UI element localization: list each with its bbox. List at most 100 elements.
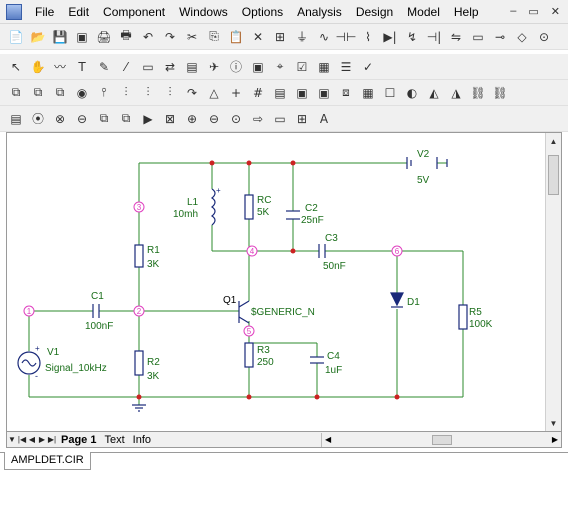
toolbar3-button-20-icon[interactable]: ◮ [446,83,466,103]
first-page-icon[interactable]: |◀ [17,434,27,446]
toolbar1-button-15-icon[interactable]: ⊣⊢ [336,27,357,47]
toolbar2-button-0-icon[interactable]: ↖ [6,57,26,77]
toolbar3-button-4-icon[interactable]: ⫯ [94,83,114,103]
toolbar3-button-7-icon[interactable]: ⫶ [160,83,180,103]
toolbar4-button-3-icon[interactable]: ⊖ [72,109,92,129]
toolbar3-button-3-icon[interactable]: ◉ [72,83,92,103]
toolbar1-button-21-icon[interactable]: ▭ [468,27,488,47]
menu-component[interactable]: Component [96,1,172,23]
menu-file[interactable]: File [28,1,61,23]
scroll-down-icon[interactable]: ▼ [546,415,561,431]
toolbar3-button-8-icon[interactable]: ↷ [182,83,202,103]
toolbar2-button-9-icon[interactable]: ✈ [204,57,224,77]
scroll-up-icon[interactable]: ▲ [546,133,561,149]
toolbar3-button-13-icon[interactable]: ▣ [292,83,312,103]
tab-info[interactable]: Info [129,434,155,446]
toolbar2-button-2-icon[interactable]: 〰 [50,57,70,77]
toolbar2-button-7-icon[interactable]: ⇄ [160,57,180,77]
toolbar1-button-13-icon[interactable]: ⏚ [292,27,312,47]
toolbar2-button-16-icon[interactable]: ✓ [358,57,378,77]
toolbar1-button-8-icon[interactable]: ✂ [182,27,202,47]
toolbar4-button-14-icon[interactable]: A [314,109,334,129]
toolbar3-button-2-icon[interactable]: ⧉ [50,83,70,103]
toolbar1-button-6-icon[interactable]: ↶ [138,27,158,47]
toolbar2-button-6-icon[interactable]: ▭ [138,57,158,77]
toolbar3-button-18-icon[interactable]: ◐ [402,83,422,103]
menu-design[interactable]: Design [349,1,400,23]
toolbar1-button-10-icon[interactable]: 📋 [226,27,246,47]
toolbar1-button-18-icon[interactable]: ↯ [402,27,422,47]
toolbar2-button-4-icon[interactable]: ✎ [94,57,114,77]
toolbar3-button-1-icon[interactable]: ⧉ [28,83,48,103]
toolbar2-button-14-icon[interactable]: ▦ [314,57,334,77]
toolbar4-button-11-icon[interactable]: ⇨ [248,109,268,129]
toolbar2-button-12-icon[interactable]: ⌖ [270,57,290,77]
app-icon[interactable] [6,3,22,20]
prev-page-icon[interactable]: ◀ [27,434,37,446]
scroll-left-icon[interactable]: ◀ [325,435,331,444]
schematic-canvas[interactable]: 1 2 3 4 5 6 V2 5V L1 10mh RC 5K C2 25nF … [6,132,562,432]
toolbar4-button-9-icon[interactable]: ⊖ [204,109,224,129]
horizontal-scrollbar[interactable]: ◀ ▶ [321,432,561,447]
toolbar1-button-22-icon[interactable]: ⊸ [490,27,510,47]
toolbar1-button-9-icon[interactable]: ⎘ [204,27,224,47]
toolbar4-button-4-icon[interactable]: ⧉ [94,109,114,129]
toolbar4-button-8-icon[interactable]: ⊕ [182,109,202,129]
close-icon[interactable]: ✕ [551,5,560,18]
toolbar2-button-10-icon[interactable]: ⓘ [226,57,246,77]
vertical-scrollbar[interactable]: ▲ ▼ [545,133,561,431]
toolbar3-button-5-icon[interactable]: ⫶ [116,83,136,103]
scroll-right-icon[interactable]: ▶ [552,435,558,444]
menu-windows[interactable]: Windows [172,1,235,23]
minimize-icon[interactable]: – [510,5,516,18]
toolbar3-button-15-icon[interactable]: ⧈ [336,83,356,103]
toolbar2-button-1-icon[interactable]: ✋ [28,57,48,77]
toolbar1-button-24-icon[interactable]: ⊙ [534,27,554,47]
toolbar1-button-3-icon[interactable]: ▣ [72,27,92,47]
toolbar3-button-6-icon[interactable]: ⫶ [138,83,158,103]
toolbar2-button-3-icon[interactable]: T [72,57,92,77]
menu-help[interactable]: Help [447,1,486,23]
tab-page-1[interactable]: Page 1 [57,434,100,446]
restore-icon[interactable]: ▭ [528,5,538,18]
menu-model[interactable]: Model [400,1,447,23]
toolbar3-button-10-icon[interactable]: + [226,83,246,103]
toolbar1-button-4-icon[interactable]: 🖨 [94,27,114,47]
toolbar2-button-13-icon[interactable]: ☑ [292,57,312,77]
toolbar4-button-2-icon[interactable]: ⊗ [50,109,70,129]
horizontal-scroll-thumb[interactable] [431,434,452,445]
toolbar1-button-7-icon[interactable]: ↷ [160,27,180,47]
toolbar1-button-19-icon[interactable]: ⊣| [424,27,444,47]
toolbar1-button-20-icon[interactable]: ⇋ [446,27,466,47]
toolbar3-button-0-icon[interactable]: ⧉ [6,83,26,103]
vertical-scroll-thumb[interactable] [548,155,559,195]
toolbar4-button-10-icon[interactable]: ⊙ [226,109,246,129]
next-page-icon[interactable]: ▶ [37,434,47,446]
toolbar3-button-12-icon[interactable]: ▤ [270,83,290,103]
toolbar3-button-17-icon[interactable]: ☐ [380,83,400,103]
toolbar3-button-11-icon[interactable]: # [248,83,268,103]
toolbar4-button-12-icon[interactable]: ▭ [270,109,290,129]
toolbar1-button-14-icon[interactable]: ∿ [314,27,334,47]
toolbar1-button-5-icon[interactable]: 🖶 [116,27,136,47]
toolbar3-button-19-icon[interactable]: ◭ [424,83,444,103]
toolbar1-button-17-icon[interactable]: ▶| [380,27,400,47]
menu-analysis[interactable]: Analysis [290,1,349,23]
toolbar3-button-14-icon[interactable]: ▣ [314,83,334,103]
toolbar2-button-15-icon[interactable]: ☰ [336,57,356,77]
last-page-icon[interactable]: ▶| [47,434,57,446]
menu-edit[interactable]: Edit [61,1,96,23]
toolbar1-button-0-icon[interactable]: 📄 [6,27,26,47]
toolbar1-button-16-icon[interactable]: ⌇ [358,27,378,47]
toolbar2-button-8-icon[interactable]: ▤ [182,57,202,77]
toolbar4-button-5-icon[interactable]: ⧉ [116,109,136,129]
toolbar4-button-0-icon[interactable]: ▤ [6,109,26,129]
toolbar1-button-1-icon[interactable]: 📂 [28,27,48,47]
menu-options[interactable]: Options [235,1,290,23]
toolbar3-button-16-icon[interactable]: ▦ [358,83,378,103]
toolbar4-button-13-icon[interactable]: ⊞ [292,109,312,129]
toolbar1-button-23-icon[interactable]: ◇ [512,27,532,47]
document-tab[interactable]: AMPLDET.CIR [4,452,91,470]
toolbar2-button-5-icon[interactable]: ⁄ [116,57,136,77]
toolbar1-button-11-icon[interactable]: ✕ [248,27,268,47]
